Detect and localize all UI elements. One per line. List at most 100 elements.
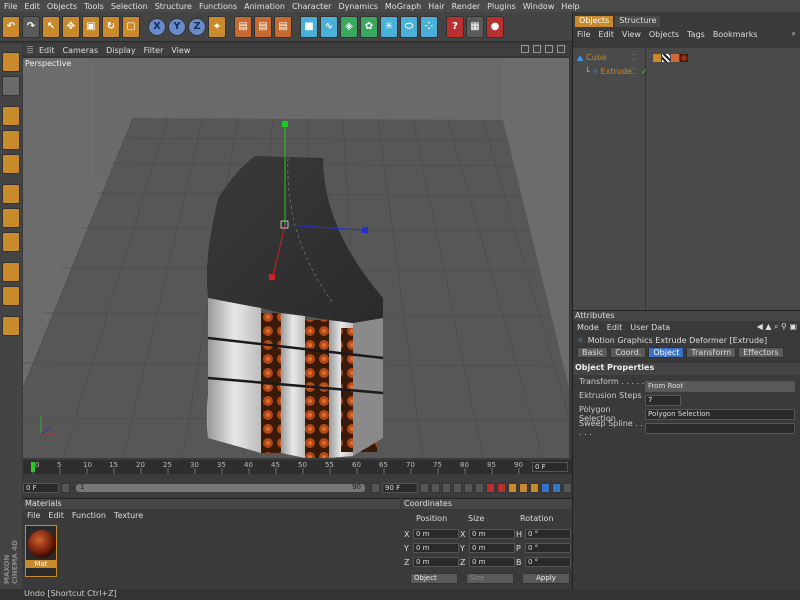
apply-button[interactable]: Apply <box>522 573 570 584</box>
attr-tab-effectors[interactable]: Effectors <box>738 347 784 358</box>
workplane-icon[interactable] <box>2 208 20 228</box>
viewport-zoom-icon[interactable] <box>533 45 541 53</box>
sculpt-icon[interactable] <box>2 316 20 336</box>
axis-y-button[interactable]: Y <box>168 17 186 36</box>
coordinate-system-icon[interactable]: ⌖ <box>208 15 226 38</box>
tree-item-cube[interactable]: ▲ Cube ⁚⁚ <box>577 51 688 64</box>
attr-menu-edit[interactable]: Edit <box>607 323 623 332</box>
y-axis-knob[interactable] <box>282 121 288 127</box>
tree-item-extrude[interactable]: └ ✧ Extrude ⁚⁚ ✓ <box>585 65 648 78</box>
om-menu-edit[interactable]: Edit <box>598 30 614 39</box>
menu-dynamics[interactable]: Dynamics <box>338 2 377 11</box>
menu-mograph[interactable]: MoGraph <box>385 2 421 11</box>
transform-select[interactable]: From Root <box>645 380 795 392</box>
viewport-menu-cameras[interactable]: Cameras <box>63 46 99 55</box>
menu-window[interactable]: Window <box>523 2 555 11</box>
tab-structure[interactable]: Structure <box>615 16 661 27</box>
record-icon[interactable] <box>486 483 495 493</box>
polygon-selection-field[interactable]: Polygon Selection <box>645 408 795 420</box>
menu-tools[interactable]: Tools <box>84 2 104 11</box>
slider-right-arrow-icon[interactable] <box>371 483 380 493</box>
enabled-check-icon[interactable]: ✓ <box>641 67 648 76</box>
visibility-dots-icon[interactable]: ⁚⁚ <box>631 67 636 76</box>
texture-mode-icon[interactable] <box>2 184 20 204</box>
menu-hair[interactable]: Hair <box>428 2 444 11</box>
array-icon[interactable]: ✿ <box>360 15 378 38</box>
attr-tab-object[interactable]: Object <box>648 347 685 358</box>
axis-mode-icon[interactable] <box>2 232 20 252</box>
coordinate-mode-select[interactable]: Object <box>410 573 458 584</box>
position-z-field[interactable]: 0 m <box>413 557 459 567</box>
timeline-menu-icon[interactable] <box>563 483 572 493</box>
perspective-viewport[interactable]: Perspective <box>23 58 569 458</box>
om-menu-file[interactable]: File <box>577 30 590 39</box>
axis-z-button[interactable]: Z <box>188 17 206 36</box>
menu-selection[interactable]: Selection <box>111 2 148 11</box>
menu-structure[interactable]: Structure <box>155 2 192 11</box>
z-axis-knob[interactable] <box>362 227 368 233</box>
position-y-field[interactable]: 0 m <box>413 543 459 553</box>
size-x-field[interactable]: 0 m <box>469 529 515 539</box>
material-thumbnail[interactable]: Mat <box>25 525 57 577</box>
end-frame-field[interactable]: 90 F <box>382 483 418 493</box>
position-x-field[interactable]: 0 m <box>413 529 459 539</box>
deformer-icon[interactable]: ✳ <box>380 15 398 38</box>
use-polygons-mode-icon[interactable] <box>2 154 20 174</box>
go-to-start-icon[interactable] <box>420 483 429 493</box>
undo-icon[interactable]: ↶ <box>2 15 20 38</box>
menu-help[interactable]: Help <box>561 2 579 11</box>
use-edges-mode-icon[interactable] <box>2 130 20 150</box>
materials-menu-file[interactable]: File <box>27 511 40 520</box>
frame-range-slider[interactable]: 1 90 <box>76 483 365 492</box>
viewport-menu-display[interactable]: Display <box>106 46 136 55</box>
go-to-end-icon[interactable] <box>475 483 484 493</box>
menu-animation[interactable]: Animation <box>244 2 285 11</box>
size-mode-select[interactable]: Size <box>466 573 514 584</box>
environment-icon[interactable]: ⁘ <box>420 15 438 38</box>
size-y-field[interactable]: 0 m <box>469 543 515 553</box>
scale-tool-icon[interactable]: ▣ <box>82 15 100 38</box>
extrusion-steps-field[interactable]: 7 <box>645 394 681 406</box>
om-menu-bookmarks[interactable]: Bookmarks <box>713 30 758 39</box>
start-frame-field[interactable]: 0 F <box>23 483 59 493</box>
rotation-p-field[interactable]: 0 ° <box>525 543 571 553</box>
material-tag-icon[interactable] <box>680 53 688 62</box>
om-menu-tags[interactable]: Tags <box>687 30 705 39</box>
rotate-tool-icon[interactable]: ↻ <box>102 15 120 38</box>
move-tool-icon[interactable]: ✥ <box>62 15 80 38</box>
menu-objects[interactable]: Objects <box>47 2 77 11</box>
viewport-menu-view[interactable]: View <box>171 46 190 55</box>
keyframe-selection-icon[interactable] <box>508 483 517 493</box>
scale-key-icon[interactable] <box>530 483 539 493</box>
render-view-icon[interactable]: ▤ <box>234 15 252 38</box>
attr-tab-transform[interactable]: Transform <box>686 347 737 358</box>
rotation-h-field[interactable]: 0 ° <box>525 529 571 539</box>
layout-icon[interactable]: ▦ <box>466 15 484 38</box>
menu-functions[interactable]: Functions <box>199 2 237 11</box>
attr-nav-arrows-icon[interactable]: ◀ ▲ ⌕ ⚲ ▣ <box>757 322 797 332</box>
current-frame-field[interactable]: 0 F <box>532 462 568 472</box>
nurbs-icon[interactable]: ◈ <box>340 15 358 38</box>
rotation-b-field[interactable]: 0 ° <box>525 557 571 567</box>
viewport-maximize-icon[interactable] <box>557 45 565 53</box>
step-forward-icon[interactable] <box>464 483 473 493</box>
spline-icon[interactable]: ∿ <box>320 15 338 38</box>
viewport-move-icon[interactable] <box>521 45 529 53</box>
menu-file[interactable]: File <box>4 2 17 11</box>
use-object-mode-icon[interactable] <box>2 76 20 96</box>
materials-menu-function[interactable]: Function <box>72 511 106 520</box>
menu-edit[interactable]: Edit <box>24 2 40 11</box>
step-back-icon[interactable] <box>431 483 440 493</box>
menu-render[interactable]: Render <box>452 2 480 11</box>
viewport-rotate-icon[interactable] <box>545 45 553 53</box>
viewport-menu-filter[interactable]: Filter <box>144 46 164 55</box>
viewport-menu-edit[interactable]: Edit <box>39 46 55 55</box>
cube-primitive-icon[interactable]: ■ <box>300 15 318 38</box>
om-search-icon[interactable]: ⌕ <box>792 29 796 39</box>
timeline-ruler[interactable]: 0 5 10 15 20 25 30 35 40 45 50 55 60 65 … <box>23 460 572 474</box>
render-settings-icon[interactable]: ▤ <box>274 15 292 38</box>
materials-menu-texture[interactable]: Texture <box>114 511 143 520</box>
menu-character[interactable]: Character <box>292 2 332 11</box>
help-icon[interactable]: ? <box>446 15 464 38</box>
om-menu-view[interactable]: View <box>622 30 641 39</box>
